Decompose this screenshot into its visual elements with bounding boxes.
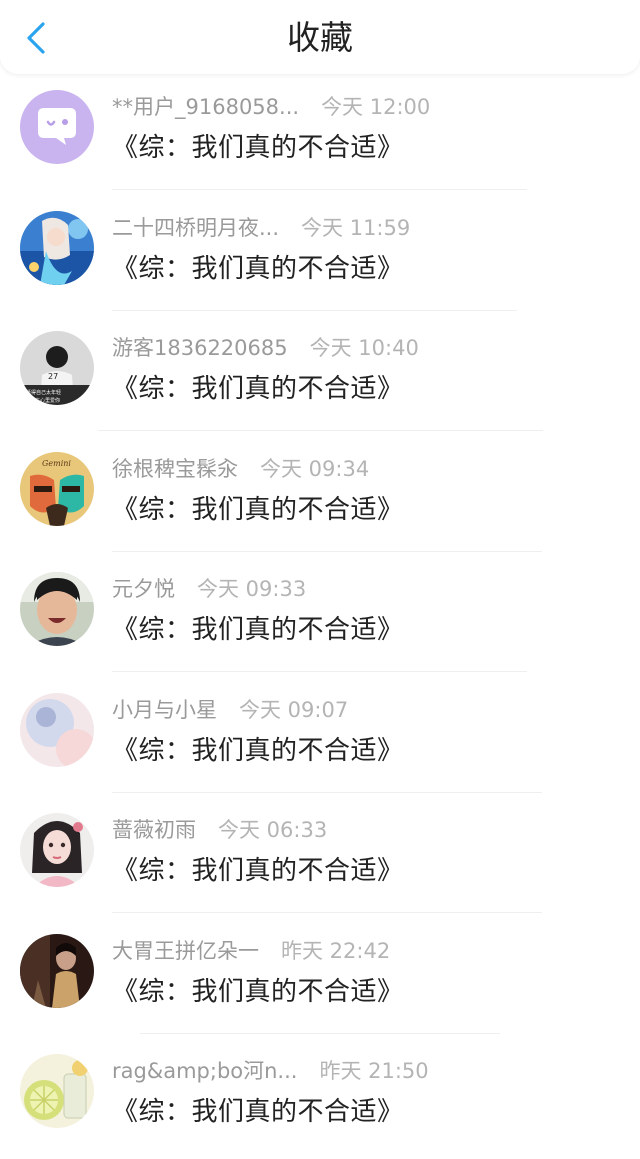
list-item[interactable]: 蔷薇初雨 今天 06:33 《综：我们真的不合适》 [0, 797, 640, 918]
avatar [20, 210, 94, 285]
item-message: 《综：我们真的不合适》 [112, 735, 404, 766]
user-name: **用户_9168058... [112, 95, 300, 119]
list-item[interactable]: **用户_9168058... 今天 12:00 《综：我们真的不合适》 [0, 74, 640, 195]
list-item[interactable]: Gemini 徐根稗宝髹汆 今天 09:34 《综：我们真的不合适》 [0, 436, 640, 557]
list-item[interactable]: 二十四桥明月夜... 今天 11:59 《综：我们真的不合适》 [0, 195, 640, 316]
item-meta: 徐根稗宝髹汆 今天 09:34 [112, 454, 369, 484]
timestamp: 今天 09:34 [260, 456, 370, 481]
item-meta: rag&amp;bo河n... 昨天 21:50 [112, 1056, 429, 1086]
user-name: 二十四桥明月夜... [112, 215, 280, 240]
user-name: 小月与小星 [112, 697, 217, 722]
item-message: 《综：我们真的不合适》 [112, 494, 404, 525]
divider [112, 912, 542, 913]
timestamp: 今天 12:00 [321, 95, 431, 119]
timestamp: 今天 09:07 [239, 697, 349, 722]
avatar [20, 692, 94, 767]
item-message: 《综：我们真的不合适》 [112, 374, 404, 404]
divider [112, 189, 527, 190]
avatar: 27 活得自己太年轻 我在心里爱你 [20, 331, 94, 405]
avatar [20, 572, 94, 646]
item-message: 《综：我们真的不合适》 [112, 976, 404, 1007]
item-meta: 蔷薇初雨 今天 06:33 [112, 815, 327, 845]
item-meta: 元夕悦 今天 09:33 [112, 574, 306, 604]
avatar: Gemini [20, 451, 94, 526]
avatar [20, 813, 94, 887]
user-name: 元夕悦 [112, 577, 175, 601]
item-message: 《综：我们真的不合适》 [112, 133, 404, 163]
list-item[interactable]: 元夕悦 今天 09:33 《综：我们真的不合适》 [0, 556, 640, 677]
avatar-caption: Gemini [42, 459, 71, 468]
timestamp: 今天 06:33 [218, 818, 328, 842]
divider [112, 309, 517, 311]
page-title: 收藏 [287, 18, 353, 57]
divider [112, 671, 527, 672]
item-message: 《综：我们真的不合适》 [112, 253, 404, 284]
avatar-caption: 我在心里爱你 [30, 397, 60, 404]
item-message: 《综：我们真的不合适》 [112, 1097, 404, 1127]
timestamp: 今天 09:33 [197, 577, 307, 601]
user-name: 蔷薇初雨 [112, 818, 196, 842]
avatar-caption: 27 [48, 372, 58, 381]
avatar [20, 90, 94, 164]
avatar [20, 1054, 94, 1128]
timestamp: 昨天 21:50 [319, 1059, 429, 1083]
user-name: rag&amp;bo河n... [112, 1059, 298, 1083]
favorites-list: **用户_9168058... 今天 12:00 《综：我们真的不合适》 二十四桥… [0, 74, 640, 1159]
item-meta: **用户_9168058... 今天 12:00 [112, 92, 430, 122]
divider [112, 550, 542, 552]
item-message: 《综：我们真的不合适》 [112, 856, 404, 886]
timestamp: 今天 11:59 [301, 215, 411, 240]
timestamp: 昨天 22:42 [281, 938, 391, 963]
item-meta: 二十四桥明月夜... 今天 11:59 [112, 213, 410, 243]
user-name: 大胃王拼亿朵一 [112, 938, 259, 963]
item-message: 《综：我们真的不合适》 [112, 615, 404, 645]
avatar-caption: 活得自己太年轻 [26, 389, 61, 396]
divider [98, 430, 543, 431]
timestamp: 今天 10:40 [309, 336, 419, 360]
header-bar: 收藏 [0, 0, 640, 74]
divider [140, 1032, 500, 1034]
list-item[interactable]: 小月与小星 今天 09:07 《综：我们真的不合适》 [0, 677, 640, 798]
divider [112, 791, 542, 793]
item-meta: 大胃王拼亿朵一 昨天 22:42 [112, 936, 390, 966]
list-item[interactable]: 大胃王拼亿朵一 昨天 22:42 《综：我们真的不合适》 [0, 918, 640, 1039]
user-name: 游客1836220685 [112, 336, 288, 360]
item-meta: 小月与小星 今天 09:07 [112, 695, 348, 725]
list-item[interactable]: rag&amp;bo河n... 昨天 21:50 《综：我们真的不合适》 [0, 1038, 640, 1159]
item-meta: 游客1836220685 今天 10:40 [112, 333, 419, 363]
list-item[interactable]: 27 活得自己太年轻 我在心里爱你 游客1836220685 今天 10:40 《… [0, 315, 640, 436]
user-name: 徐根稗宝髹汆 [112, 456, 238, 481]
avatar [20, 933, 94, 1008]
